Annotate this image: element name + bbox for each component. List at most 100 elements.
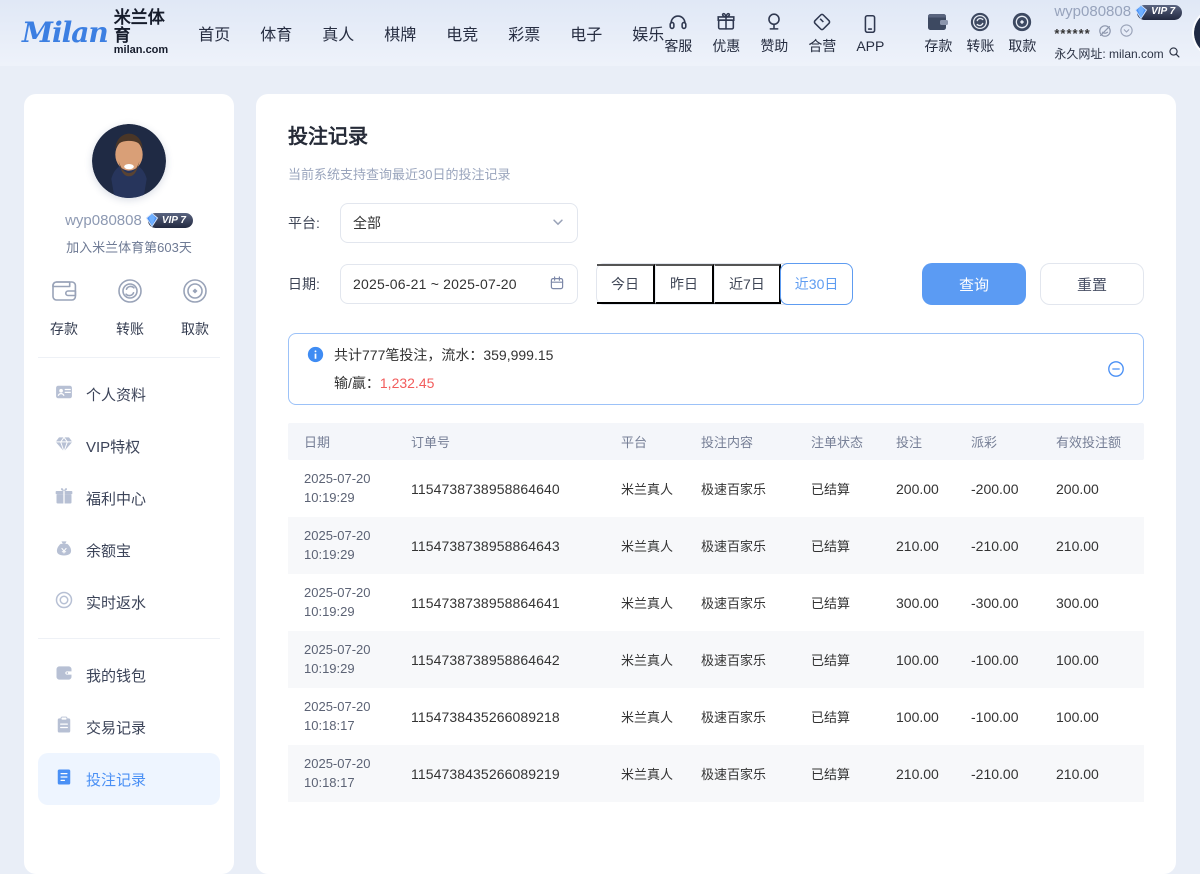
platform-label: 平台: bbox=[288, 213, 340, 233]
sidebar-item-bet-records[interactable]: 投注记录 bbox=[38, 753, 220, 805]
deposit-button[interactable]: 存款 bbox=[924, 11, 952, 56]
date-range-value: 2025-06-21 ~ 2025-07-20 bbox=[353, 276, 549, 292]
vip-label: VIP 7 bbox=[162, 215, 186, 226]
payout-amount: -210.00 bbox=[971, 538, 1056, 554]
table-header-row: 日期订单号平台投注内容注单状态投注派彩有效投注额 bbox=[288, 423, 1144, 460]
balance-expand-icon[interactable] bbox=[1119, 23, 1134, 44]
nav-item[interactable]: 真人 bbox=[322, 21, 354, 45]
bet-content: 极速百家乐 bbox=[701, 707, 811, 726]
brand-logo[interactable]: Milan 米兰体育 milan.com bbox=[22, 9, 168, 56]
table-row[interactable]: 2025-07-20 10:19:29 1154738738958864643 … bbox=[288, 517, 1144, 574]
nav-item[interactable]: 电竞 bbox=[446, 21, 478, 45]
range-yesterday-button[interactable]: 昨日 bbox=[655, 264, 714, 304]
sidebar-deposit-button[interactable]: 存款 bbox=[48, 276, 80, 339]
search-icon[interactable] bbox=[1168, 46, 1181, 63]
table-row[interactable]: 2025-07-20 10:19:29 1154738738958864642 … bbox=[288, 631, 1144, 688]
partner-icon bbox=[811, 11, 833, 33]
table-row[interactable]: 2025-07-20 10:19:29 1154738738958864640 … bbox=[288, 460, 1144, 517]
bet-records-panel: 投注记录 当前系统支持查询最近30日的投注记录 平台: 全部 日期: 2025-… bbox=[256, 94, 1176, 874]
order-number: 1154738435266089219 bbox=[411, 766, 621, 782]
bet-status: 已结算 bbox=[811, 536, 896, 555]
sidebar-item-vip[interactable]: VIP特权 bbox=[38, 420, 220, 472]
date-label: 日期: bbox=[288, 274, 340, 294]
nav-item[interactable]: 彩票 bbox=[508, 21, 540, 45]
bet-time: 10:18:17 bbox=[304, 717, 411, 736]
bet-date: 2025-07-20 bbox=[304, 698, 411, 717]
wallet-outline-icon bbox=[48, 276, 80, 311]
sidebar-withdraw-button[interactable]: 取款 bbox=[180, 276, 210, 339]
welfare-gift-icon bbox=[54, 486, 74, 511]
page-title: 投注记录 bbox=[288, 120, 1144, 149]
nav-item[interactable]: 娱乐 bbox=[632, 21, 664, 45]
payout-amount: -200.00 bbox=[971, 481, 1056, 497]
sidebar-item-welfare[interactable]: 福利中心 bbox=[38, 472, 220, 524]
sidebar-item-profile[interactable]: 个人资料 bbox=[38, 368, 220, 420]
platform-select[interactable]: 全部 bbox=[340, 203, 578, 243]
logo-cn-name: 米兰体育 bbox=[114, 9, 168, 45]
sidebar-item-wallet[interactable]: 我的钱包 bbox=[38, 649, 220, 701]
sidebar-transfer-button[interactable]: 转账 bbox=[115, 276, 145, 339]
vip-diamond-icon bbox=[1133, 4, 1149, 20]
chevron-down-icon bbox=[551, 215, 565, 232]
bet-time: 10:18:17 bbox=[304, 774, 411, 793]
withdraw-button[interactable]: 取款 bbox=[1008, 11, 1036, 56]
table-row[interactable]: 2025-07-20 10:19:29 1154738738958864641 … bbox=[288, 574, 1144, 631]
order-number: 1154738738958864640 bbox=[411, 481, 621, 497]
range-7days-button[interactable]: 近7日 bbox=[714, 264, 781, 304]
bet-amount: 100.00 bbox=[896, 709, 971, 725]
payout-amount: -100.00 bbox=[971, 652, 1056, 668]
promo-button[interactable]: 优惠 bbox=[712, 11, 740, 56]
bet-content: 极速百家乐 bbox=[701, 593, 811, 612]
platform-name: 米兰真人 bbox=[621, 536, 701, 555]
date-range-input[interactable]: 2025-06-21 ~ 2025-07-20 bbox=[340, 264, 578, 304]
nav-item[interactable]: 首页 bbox=[198, 21, 230, 45]
bet-amount: 300.00 bbox=[896, 595, 971, 611]
bet-amount: 210.00 bbox=[896, 766, 971, 782]
bet-date: 2025-07-20 bbox=[304, 755, 411, 774]
column-header: 有效投注额 bbox=[1056, 432, 1128, 451]
sponsor-icon bbox=[763, 11, 785, 33]
quick-range-group: 今日 昨日 近7日 近30日 bbox=[596, 263, 853, 305]
my-wallet-icon bbox=[54, 663, 74, 688]
sidebar-item-rebate[interactable]: 实时返水 bbox=[38, 576, 220, 628]
column-header: 订单号 bbox=[411, 432, 621, 451]
valid-bet-amount: 300.00 bbox=[1056, 595, 1128, 611]
gift-icon bbox=[715, 11, 737, 33]
range-30days-button[interactable]: 近30日 bbox=[780, 263, 854, 305]
order-number: 1154738738958864641 bbox=[411, 595, 621, 611]
table-row[interactable]: 2025-07-20 10:18:17 1154738435266089218 … bbox=[288, 688, 1144, 745]
table-row[interactable]: 2025-07-20 10:18:17 1154738435266089219 … bbox=[288, 745, 1144, 802]
service-button[interactable]: 客服 bbox=[664, 11, 692, 56]
top-header: Milan 米兰体育 milan.com 首页 体育 真人 棋牌 电竞 彩票 电子 娱乐 客服 bbox=[0, 0, 1200, 66]
profile-avatar[interactable] bbox=[92, 124, 166, 198]
partner-button[interactable]: 合营 bbox=[808, 11, 836, 56]
sidebar-username: wyp080808 bbox=[65, 212, 142, 229]
range-today-button[interactable]: 今日 bbox=[597, 264, 655, 304]
bet-status: 已结算 bbox=[811, 764, 896, 783]
avatar[interactable] bbox=[1194, 10, 1200, 56]
collapse-icon[interactable] bbox=[1107, 360, 1125, 378]
bet-date: 2025-07-20 bbox=[304, 641, 411, 660]
platform-name: 米兰真人 bbox=[621, 707, 701, 726]
user-info: wyp080808 VIP 7 ****** bbox=[1054, 3, 1182, 63]
query-button[interactable]: 查询 bbox=[922, 263, 1026, 305]
phone-icon bbox=[859, 13, 881, 35]
valid-bet-amount: 200.00 bbox=[1056, 481, 1128, 497]
sponsor-button[interactable]: 赞助 bbox=[760, 11, 788, 56]
bet-time: 10:19:29 bbox=[304, 660, 411, 679]
column-header: 派彩 bbox=[971, 432, 1056, 451]
platform-value: 全部 bbox=[353, 213, 551, 233]
bet-time: 10:19:29 bbox=[304, 489, 411, 508]
nav-item[interactable]: 电子 bbox=[570, 21, 602, 45]
sidebar-item-yuebao[interactable]: 余额宝 bbox=[38, 524, 220, 576]
eye-off-icon[interactable] bbox=[1097, 23, 1113, 45]
transfer-button[interactable]: 转账 bbox=[966, 11, 994, 56]
nav-item[interactable]: 体育 bbox=[260, 21, 292, 45]
permanent-url: 永久网址: milan.com bbox=[1054, 47, 1163, 62]
app-button[interactable]: APP bbox=[856, 13, 884, 54]
sidebar: wyp080808 VIP 7 加入米兰体育第603天 存 bbox=[24, 94, 234, 874]
reset-button[interactable]: 重置 bbox=[1040, 263, 1144, 305]
nav-item[interactable]: 棋牌 bbox=[384, 21, 416, 45]
sidebar-item-transactions[interactable]: 交易记录 bbox=[38, 701, 220, 753]
username: wyp080808 bbox=[1054, 3, 1131, 22]
